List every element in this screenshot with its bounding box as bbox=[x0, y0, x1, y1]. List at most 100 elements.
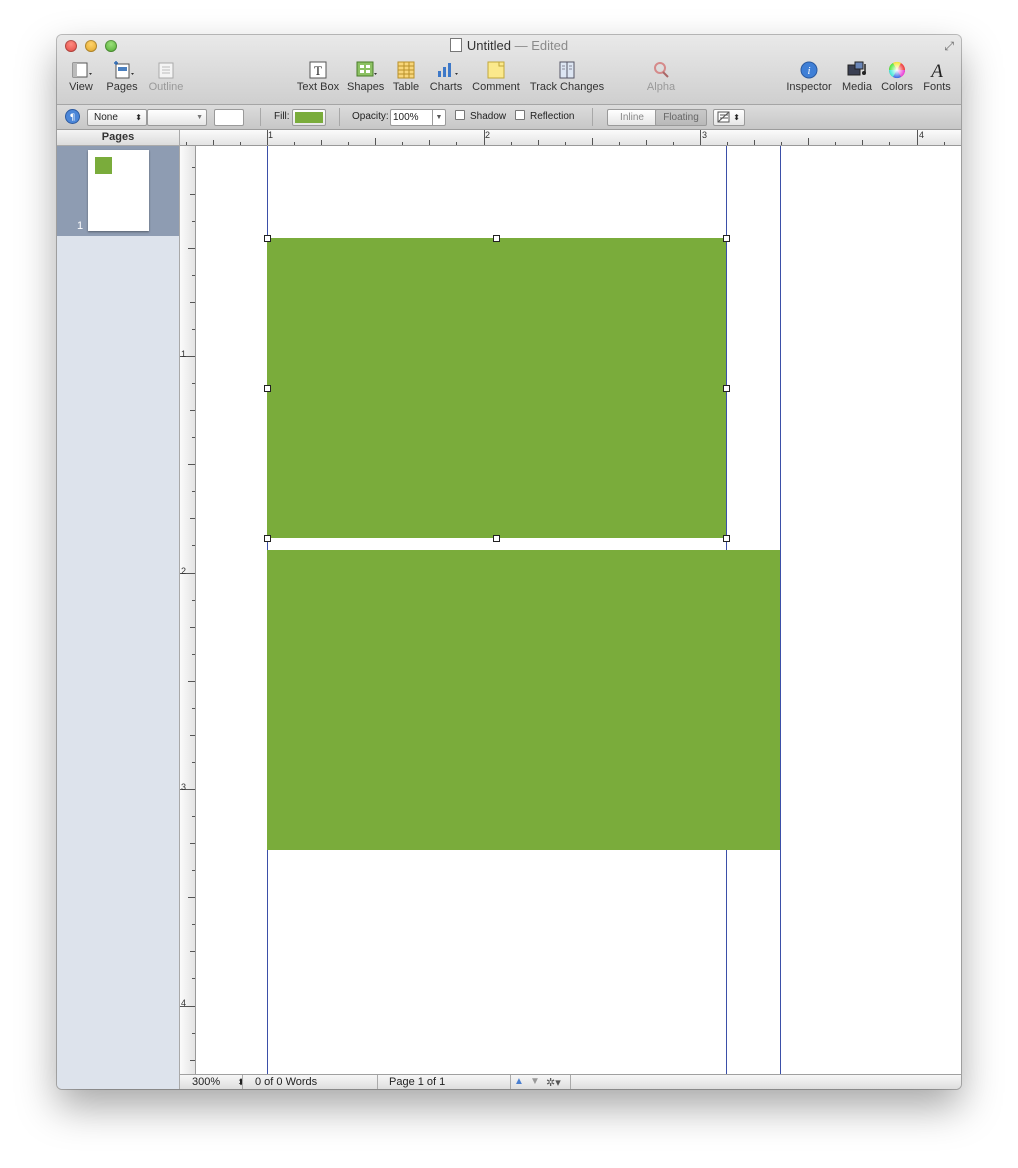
stepper-icon: ⬍ bbox=[135, 113, 142, 122]
divider bbox=[377, 1075, 378, 1089]
ruler-label: 1 bbox=[181, 349, 187, 359]
inline-button[interactable]: Inline bbox=[607, 109, 657, 126]
text-box-icon: T bbox=[308, 61, 328, 79]
colors-button[interactable]: Colors bbox=[879, 61, 915, 93]
dropdown-arrow-icon: ▼ bbox=[196, 114, 203, 121]
line-color-well[interactable] bbox=[214, 109, 244, 126]
divider bbox=[510, 1075, 511, 1089]
alpha-button[interactable]: Alpha bbox=[641, 61, 681, 93]
inspector-label: Inspector bbox=[786, 81, 832, 93]
zoom-select[interactable]: 300% ⬍ bbox=[192, 1076, 245, 1088]
inspector-button[interactable]: i Inspector bbox=[785, 61, 833, 93]
green-rectangle[interactable] bbox=[267, 550, 780, 850]
fonts-button[interactable]: A Fonts bbox=[921, 61, 953, 93]
svg-text:T: T bbox=[314, 63, 322, 78]
floating-button[interactable]: Floating bbox=[655, 109, 707, 126]
page-thumbnail[interactable] bbox=[88, 150, 149, 231]
resize-handle[interactable] bbox=[264, 235, 271, 242]
opacity-value: 100% bbox=[393, 112, 419, 123]
layout-guide bbox=[780, 146, 781, 1074]
pages-button[interactable]: Pages bbox=[105, 61, 139, 93]
divider bbox=[260, 108, 261, 126]
media-icon bbox=[847, 61, 867, 79]
next-page-icon[interactable]: ▼ bbox=[530, 1076, 540, 1087]
resize-handle[interactable] bbox=[493, 535, 500, 542]
fullscreen-icon[interactable]: ⤢ bbox=[944, 39, 954, 54]
ruler-label: 3 bbox=[702, 130, 708, 140]
shadow-checkbox[interactable]: Shadow bbox=[455, 109, 506, 124]
word-count[interactable]: 0 of 0 Words bbox=[255, 1076, 317, 1088]
outline-button[interactable]: Outline bbox=[146, 61, 186, 93]
edited-status: — Edited bbox=[514, 38, 569, 53]
zoom-value: 300% bbox=[192, 1076, 221, 1088]
fonts-label: Fonts bbox=[923, 81, 951, 93]
view-icon bbox=[71, 61, 92, 79]
charts-label: Charts bbox=[429, 81, 463, 93]
status-bar: 300% ⬍ 0 of 0 Words Page 1 of 1 ▲ ▼ ✲▾ bbox=[180, 1074, 961, 1089]
fonts-icon: A bbox=[927, 61, 947, 82]
text-wrap-icon bbox=[717, 111, 730, 123]
charts-button[interactable]: Charts bbox=[429, 61, 463, 93]
alpha-label: Alpha bbox=[646, 81, 676, 93]
inline-label: Inline bbox=[620, 112, 644, 123]
floating-label: Floating bbox=[663, 112, 699, 123]
paragraph-styles-icon[interactable]: ¶ bbox=[65, 109, 80, 124]
opacity-field[interactable]: 100% ▼ bbox=[390, 109, 446, 126]
charts-icon bbox=[436, 61, 458, 79]
alpha-icon bbox=[651, 61, 671, 79]
divider bbox=[339, 108, 340, 126]
wrap-select[interactable]: ⬍ bbox=[713, 109, 745, 126]
resize-handle[interactable] bbox=[723, 385, 730, 392]
colors-label: Colors bbox=[881, 81, 913, 93]
pages-sidebar: Pages 1 bbox=[57, 130, 180, 1089]
line-weight-select[interactable]: ▼ bbox=[147, 109, 207, 126]
resize-handle[interactable] bbox=[723, 235, 730, 242]
track-changes-label: Track Changes bbox=[529, 81, 605, 93]
checkbox-icon bbox=[455, 110, 465, 120]
media-button[interactable]: Media bbox=[841, 61, 873, 93]
gear-icon[interactable]: ✲▾ bbox=[546, 1076, 561, 1089]
pages-label: Pages bbox=[106, 81, 138, 93]
outline-icon bbox=[156, 61, 176, 79]
checkbox-icon bbox=[515, 110, 525, 120]
divider bbox=[592, 108, 593, 126]
previous-page-icon[interactable]: ▲ bbox=[514, 1076, 524, 1087]
vertical-ruler[interactable]: 1 2 3 4 bbox=[180, 146, 196, 1074]
media-label: Media bbox=[842, 81, 872, 93]
horizontal-ruler[interactable]: 1 2 3 4 bbox=[180, 130, 961, 146]
ruler-label: 1 bbox=[268, 130, 274, 140]
page-thumbnail-number: 1 bbox=[77, 220, 84, 232]
ruler-label: 4 bbox=[919, 130, 925, 140]
divider bbox=[570, 1075, 571, 1089]
fill-color-well[interactable] bbox=[292, 109, 326, 126]
comment-icon bbox=[486, 61, 506, 79]
fill-label: Fill: bbox=[274, 111, 290, 122]
text-box-button[interactable]: T Text Box bbox=[295, 61, 341, 93]
selected-green-rectangle[interactable] bbox=[267, 238, 726, 538]
document-canvas[interactable] bbox=[196, 146, 961, 1074]
thumbnail-shape bbox=[102, 163, 112, 174]
resize-handle[interactable] bbox=[264, 535, 271, 542]
table-button[interactable]: Table bbox=[391, 61, 421, 93]
track-changes-button[interactable]: Track Changes bbox=[529, 61, 605, 93]
view-button[interactable]: View bbox=[66, 61, 96, 93]
text-box-label: Text Box bbox=[296, 81, 340, 93]
table-label: Table bbox=[392, 81, 420, 93]
sidebar-header: Pages bbox=[57, 130, 179, 146]
resize-handle[interactable] bbox=[723, 535, 730, 542]
resize-handle[interactable] bbox=[493, 235, 500, 242]
shapes-button[interactable]: Shapes bbox=[347, 61, 385, 93]
stepper-icon: ⬍ bbox=[237, 1077, 245, 1087]
comment-button[interactable]: Comment bbox=[471, 61, 521, 93]
stepper-icon: ⬍ bbox=[733, 113, 740, 122]
title-toolbar: Untitled — Edited ⤢ View Pages Outline T bbox=[57, 35, 961, 105]
resize-handle[interactable] bbox=[264, 385, 271, 392]
ruler-ticks bbox=[180, 167, 195, 1061]
ruler-label: 2 bbox=[181, 566, 187, 576]
colors-icon bbox=[887, 61, 907, 79]
dropdown-arrow-icon: ▼ bbox=[432, 110, 445, 125]
reflection-checkbox[interactable]: Reflection bbox=[515, 109, 574, 124]
view-label: View bbox=[69, 81, 93, 93]
shapes-label: Shapes bbox=[347, 81, 385, 93]
line-style-select[interactable]: None ⬍ bbox=[87, 109, 147, 126]
